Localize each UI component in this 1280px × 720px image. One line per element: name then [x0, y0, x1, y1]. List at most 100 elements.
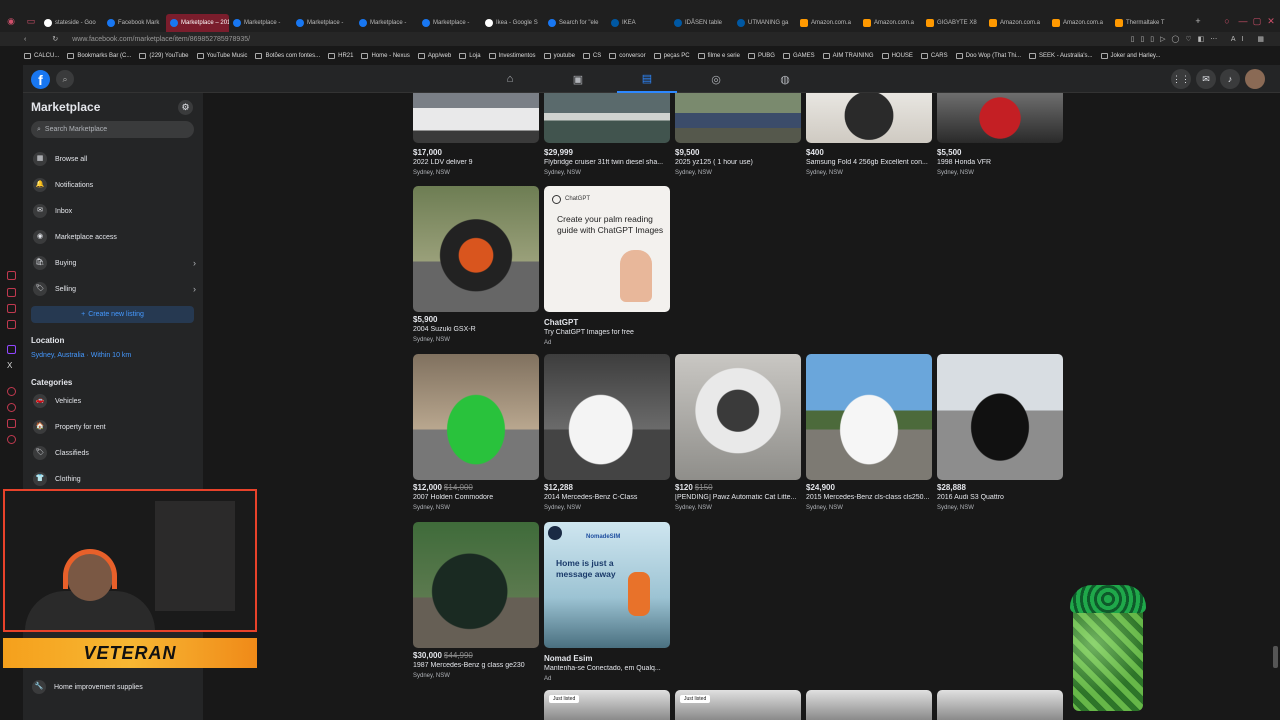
browser-tab[interactable]: Amazon.com.a — [985, 14, 1048, 32]
listing-photo[interactable] — [937, 690, 1063, 720]
menu-grid-icon[interactable]: ⋮⋮ — [1171, 69, 1191, 89]
browser-tab[interactable]: UTMANING ga — [733, 14, 796, 32]
sidepanel-icon[interactable] — [7, 320, 16, 329]
browser-tab[interactable]: Amazon.com.a — [796, 14, 859, 32]
reload-icon[interactable]: ↻ — [52, 35, 58, 43]
listing-card[interactable] — [937, 690, 1063, 720]
listing-photo[interactable] — [675, 93, 801, 143]
sidebar-item-browse-all[interactable]: ▦ Browse all — [31, 149, 196, 169]
listing-photo[interactable] — [413, 354, 539, 480]
marketplace-icon[interactable]: ▤ — [617, 65, 677, 93]
listing-photo[interactable]: Just listed — [675, 690, 801, 720]
listing-photo[interactable] — [544, 93, 670, 143]
minimize-button[interactable]: — — [1238, 16, 1248, 26]
sidepanel-icon[interactable] — [7, 304, 16, 313]
bookmark-item[interactable]: SEEK - Australia's... — [1029, 53, 1093, 59]
browser-tab[interactable]: Marketplace - — [418, 14, 481, 32]
back-icon[interactable]: ‹ — [24, 36, 26, 43]
x-icon[interactable]: X — [7, 361, 16, 370]
close-window-button[interactable]: ✕ — [1266, 16, 1276, 26]
bookmark-item[interactable]: Botões com fontes... — [255, 53, 320, 59]
search-icon[interactable]: ⌕ — [56, 70, 74, 88]
sidepanel-icon[interactable] — [7, 288, 16, 297]
tab-overview-icon[interactable]: ▭ — [26, 16, 36, 26]
ad-image[interactable]: NomadeSIM Home is just a message away — [544, 522, 670, 648]
browser-tab[interactable]: Marketplace - — [355, 14, 418, 32]
listing-card[interactable]: Just listed — [544, 690, 670, 720]
url-text[interactable]: www.facebook.com/marketplace/item/869852… — [72, 36, 250, 43]
bookmark-item[interactable]: youtube — [543, 53, 575, 59]
gear-icon[interactable]: ⚙ — [178, 100, 193, 115]
sponsored-ad-chatgpt[interactable]: ChatGPT Create your palm reading guide wi… — [544, 186, 670, 351]
bookmark-item[interactable]: HR21 — [328, 53, 353, 59]
category-vehicles[interactable]: 🚗 Vehicles — [31, 391, 196, 411]
maximize-button[interactable]: ▢ — [1252, 16, 1262, 26]
listing-card[interactable]: $24,900 2015 Mercedes-Benz cls-class cls2… — [806, 354, 932, 524]
category-classifieds[interactable]: 🏷 Classifieds — [31, 443, 196, 463]
listing-card[interactable]: $12,288 2014 Mercedes-Benz C-Class Sydney,… — [544, 354, 670, 524]
browser-tab[interactable]: Marketplace - — [292, 14, 355, 32]
create-listing-button[interactable]: + Create new listing — [31, 306, 194, 323]
sidebar-item-notifications[interactable]: 🔔 Notifications — [31, 175, 196, 195]
browser-tab[interactable]: Amazon.com.a — [859, 14, 922, 32]
bookmark-item[interactable]: YouTube Music — [196, 53, 247, 59]
bookmark-item[interactable]: CARS — [920, 53, 948, 59]
browser-tab[interactable]: Thermaltake T — [1111, 14, 1174, 32]
sidebar-item-inbox[interactable]: ✉ Inbox — [31, 201, 196, 221]
listing-card[interactable]: $5,900 2004 Suzuki GSX-R Sydney, NSW — [413, 186, 539, 356]
messenger-icon[interactable]: ✉ — [1196, 69, 1216, 89]
browser-tab[interactable]: stateside - Goo — [40, 14, 103, 32]
listing-photo[interactable] — [806, 354, 932, 480]
bookmark-item[interactable]: PUBG — [747, 53, 775, 59]
browser-tab[interactable]: Marketplace – 2017 Kawa — [166, 14, 229, 32]
bookmark-item[interactable]: (229) YouTube — [139, 53, 189, 59]
bookmark-item[interactable]: GAMES — [782, 53, 815, 59]
listing-photo[interactable] — [413, 186, 539, 312]
sidepanel-icon[interactable] — [7, 435, 16, 444]
facebook-logo[interactable]: f — [31, 70, 50, 89]
notifications-icon[interactable]: ♪ — [1220, 69, 1240, 89]
home-icon[interactable]: ⌂ — [480, 65, 540, 93]
gaming-icon[interactable]: ◍ — [755, 65, 815, 93]
bookmark-item[interactable]: Bookmarks Bar (C... — [67, 53, 131, 59]
bookmark-item[interactable]: Loja — [459, 53, 481, 59]
listing-photo[interactable] — [806, 690, 932, 720]
bookmark-item[interactable]: CS — [582, 53, 601, 59]
bookmark-item[interactable]: App/web — [417, 53, 451, 59]
search-icon[interactable]: ○ — [1222, 16, 1232, 26]
search-input[interactable]: ⌕ Search Marketplace — [31, 121, 194, 138]
listing-photo[interactable] — [937, 93, 1063, 143]
browser-tab[interactable]: GIGABYTE X8 — [922, 14, 985, 32]
bookmark-item[interactable]: peças PC — [653, 53, 690, 59]
listing-card[interactable]: $30,000 $44,990 1987 Mercedes-Benz g class… — [413, 522, 539, 692]
category-clothing[interactable]: 👕 Clothing — [31, 469, 196, 489]
sidebar-item-selling[interactable]: 🏷 Selling › — [31, 279, 196, 299]
browser-tab[interactable]: Marketplace - — [229, 14, 292, 32]
sidepanel-icon[interactable] — [7, 271, 16, 280]
bookmark-item[interactable]: Investimentos — [488, 53, 536, 59]
category-property-for-rent[interactable]: 🏠 Property for rent — [31, 417, 196, 437]
sidepanel-icon[interactable] — [7, 419, 16, 428]
avatar[interactable] — [1245, 69, 1265, 89]
listing-photo[interactable] — [937, 354, 1063, 480]
location-value[interactable]: Sydney, Australia · Within 10 km — [31, 352, 131, 359]
sidebar-item-buying[interactable]: 🛍 Buying › — [31, 253, 196, 273]
listing-photo[interactable] — [806, 93, 932, 143]
browser-menu-icon[interactable]: ◉ — [6, 16, 16, 26]
groups-icon[interactable]: ◎ — [686, 65, 746, 93]
listing-card[interactable]: $120 $150 [PENDING] Pawz Automatic Cat Lit… — [675, 354, 801, 524]
bookmark-item[interactable]: Joker and Harley... — [1100, 53, 1160, 59]
browser-tab[interactable]: Amazon.com.a — [1048, 14, 1111, 32]
listing-photo[interactable] — [675, 354, 801, 480]
browser-tab[interactable]: IDÅSEN table — [670, 14, 733, 32]
sidebar-item-marketplace-access[interactable]: ◉ Marketplace access — [31, 227, 196, 247]
category-home-improvement[interactable]: 🔧 Home improvement supplies — [30, 678, 200, 696]
listing-card[interactable] — [806, 690, 932, 720]
browser-tab[interactable]: Search for "ele — [544, 14, 607, 32]
bookmark-item[interactable]: CALCU... — [24, 53, 59, 59]
address-bar[interactable]: ‹ ↻ www.facebook.com/marketplace/item/86… — [0, 32, 1280, 46]
bookmark-item[interactable]: AIM TRAINING — [822, 53, 874, 59]
sponsored-ad-nomad[interactable]: NomadeSIM Home is just a message away Noma… — [544, 522, 670, 682]
browser-tab[interactable]: IKEA — [607, 14, 670, 32]
listing-card[interactable]: Just listed — [675, 690, 801, 720]
